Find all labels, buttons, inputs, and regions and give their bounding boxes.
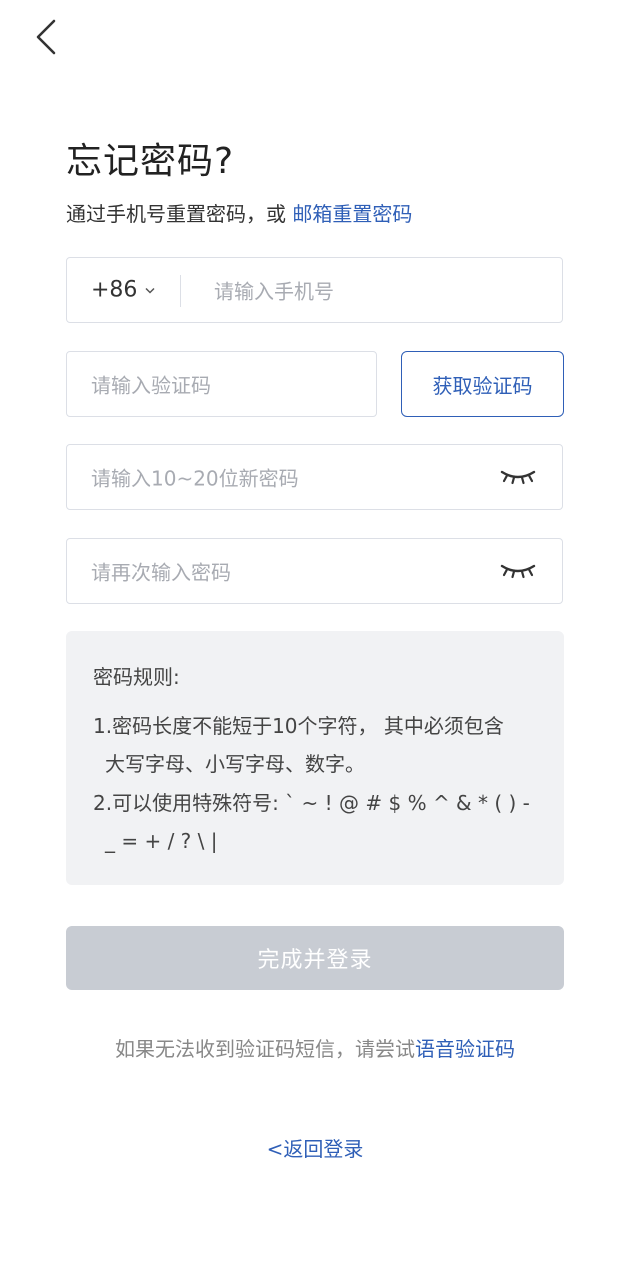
phone-field[interactable]: +86 请输入手机号 [66, 257, 563, 323]
country-code-value: +86 [91, 277, 138, 303]
rule-1-line-1: 1.密码长度不能短于10个字符， 其中必须包含 [93, 714, 504, 738]
get-code-button[interactable]: 获取验证码 [401, 351, 564, 417]
back-to-login-link[interactable]: <返回登录 [267, 1137, 364, 1161]
confirm-password-placeholder: 请再次输入密码 [91, 560, 231, 585]
submit-login-button[interactable]: 完成并登录 [66, 926, 564, 990]
eye-closed-icon[interactable] [500, 561, 536, 581]
new-password-field[interactable]: 请输入10~20位新密码 [66, 444, 563, 510]
voice-code-hint: 如果无法收到验证码短信，请尝试语音验证码 [0, 1033, 630, 1062]
rules-title: 密码规则: [93, 665, 180, 689]
password-rules-box: 密码规则: 1.密码长度不能短于10个字符， 其中必须包含 大写字母、小写字母、… [66, 631, 564, 885]
subtitle-text: 通过手机号重置密码，或 [66, 202, 293, 226]
phone-input-placeholder: 请输入手机号 [214, 279, 334, 304]
back-to-login: <返回登录 [0, 1133, 630, 1162]
rule-1-line-2: 大写字母、小写字母、数字。 [105, 752, 365, 776]
code-input-placeholder: 请输入验证码 [91, 373, 211, 398]
verification-code-field[interactable]: 请输入验证码 [66, 351, 377, 417]
subtitle: 通过手机号重置密码，或 邮箱重置密码 [66, 198, 412, 227]
eye-closed-icon[interactable] [500, 467, 536, 487]
rule-2-line-1: 2.可以使用特殊符号: ` ~ ! @ # $ % ^ & * ( ) - [93, 791, 530, 815]
password-input-placeholder: 请输入10~20位新密码 [91, 466, 299, 491]
voice-code-link[interactable]: 语音验证码 [415, 1037, 515, 1061]
country-code-select[interactable]: +86 [91, 278, 155, 303]
page-title: 忘记密码? [66, 141, 235, 182]
back-button[interactable] [26, 14, 66, 60]
divider [180, 275, 181, 307]
chevron-down-icon [145, 283, 155, 297]
chevron-left-icon [36, 19, 56, 55]
confirm-password-field[interactable]: 请再次输入密码 [66, 538, 563, 604]
rule-2-line-2: _ = + / ? \ | [105, 829, 218, 853]
email-reset-link[interactable]: 邮箱重置密码 [292, 202, 412, 226]
rule-item-2: 2.可以使用特殊符号: ` ~ ! @ # $ % ^ & * ( ) - _ … [93, 784, 530, 860]
rule-item-1: 1.密码长度不能短于10个字符， 其中必须包含 大写字母、小写字母、数字。 [93, 707, 504, 783]
voice-hint-text: 如果无法收到验证码短信，请尝试 [115, 1037, 415, 1061]
